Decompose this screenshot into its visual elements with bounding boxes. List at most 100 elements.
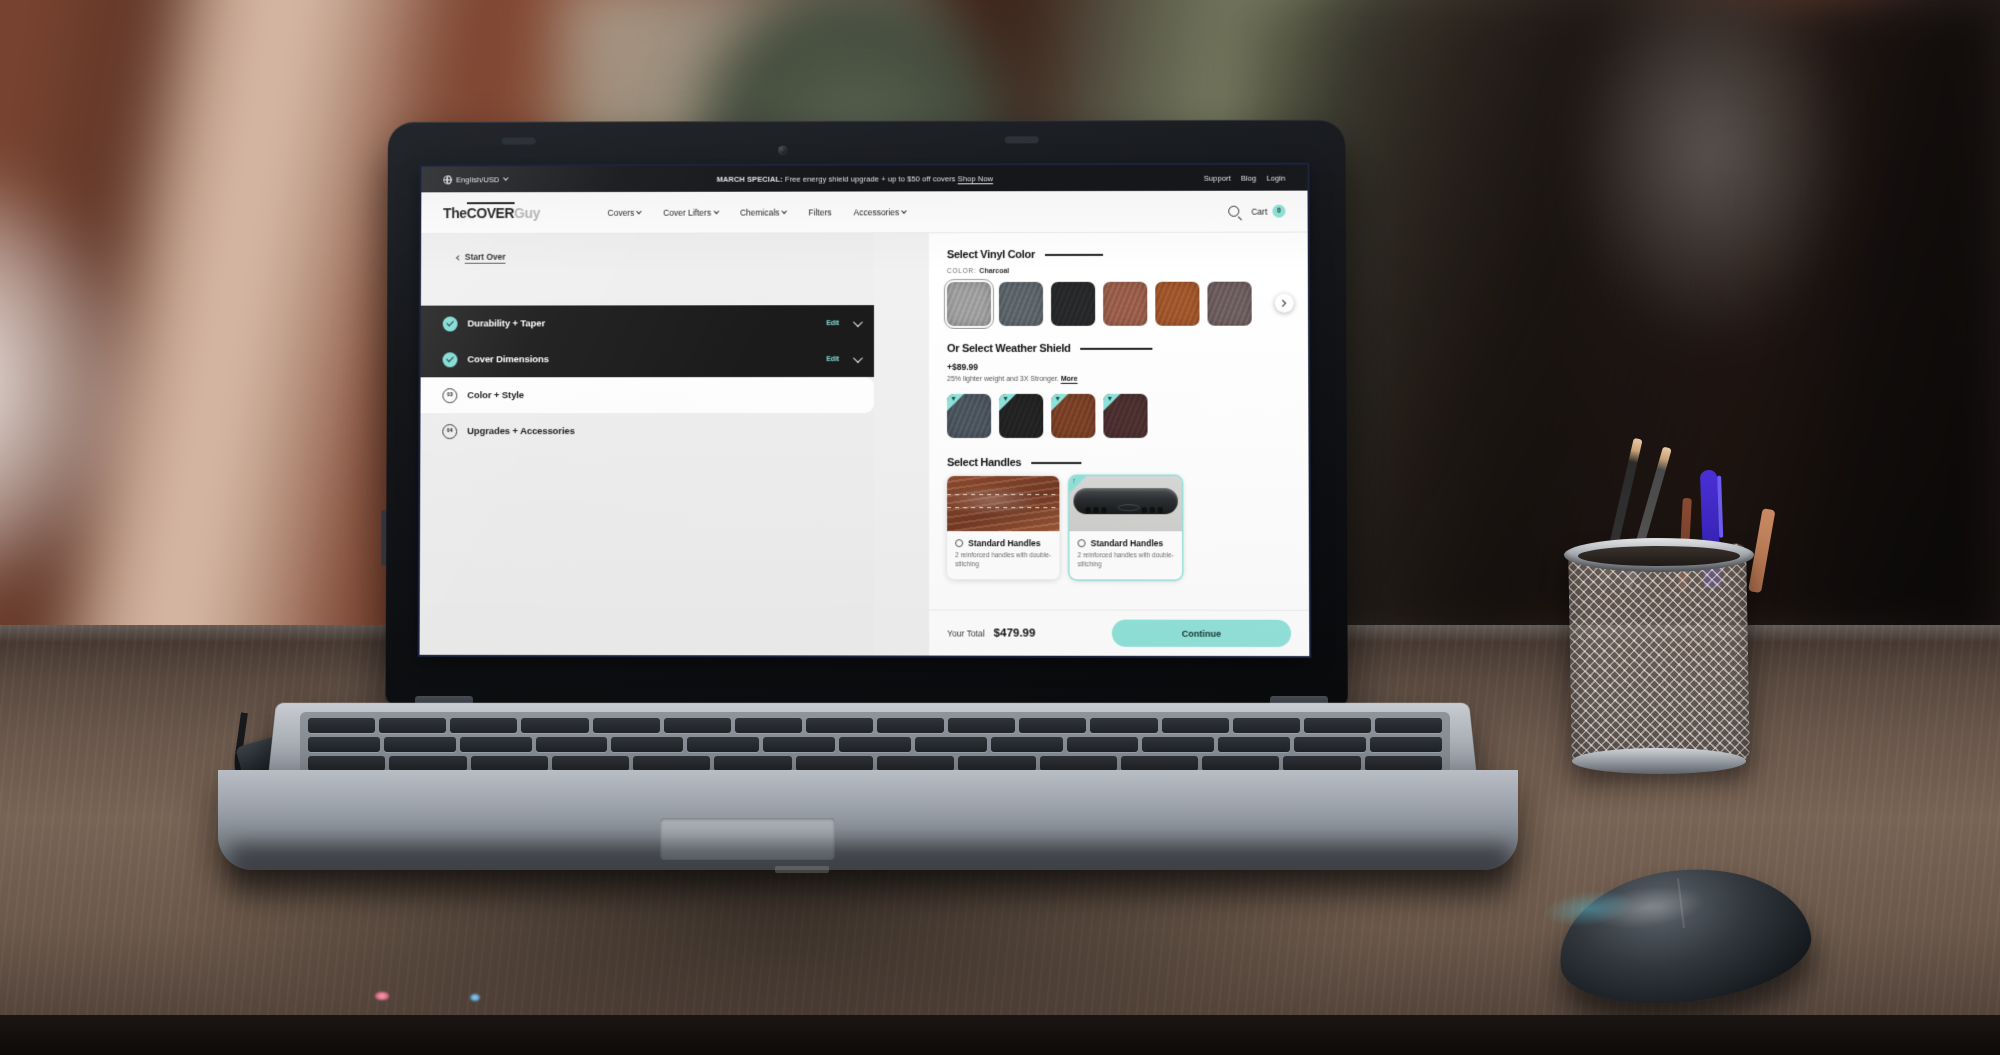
key[interactable]	[948, 718, 1016, 733]
key[interactable]	[1374, 718, 1442, 733]
key[interactable]	[521, 718, 589, 733]
key[interactable]	[459, 737, 532, 752]
radio-button[interactable]	[955, 539, 964, 548]
key-row[interactable]	[308, 718, 1442, 733]
chevron-down-icon	[636, 208, 643, 214]
laptop-screen: English/USD MARCH SPECIAL: Free energy s…	[419, 164, 1310, 657]
vinyl-swatch-charcoal[interactable]	[943, 278, 995, 330]
key[interactable]	[876, 756, 955, 771]
nav-item-covers[interactable]: Covers	[607, 207, 643, 217]
sidebar-step-durability-taper[interactable]: Durability + Taper Edit	[420, 305, 874, 342]
key[interactable]	[308, 756, 386, 771]
weather-shield-swatches[interactable]: ▼ ▼ ▼ ▼	[947, 393, 1290, 438]
start-over-link[interactable]: Start Over	[456, 251, 506, 264]
key[interactable]	[1283, 756, 1361, 771]
support-link[interactable]: Support	[1204, 173, 1231, 182]
key[interactable]	[1142, 737, 1215, 752]
handle-card-leather[interactable]: Standard Handles 2 reinforced handles wi…	[947, 476, 1060, 579]
chevron-down-icon	[781, 207, 788, 214]
vinyl-swatch-chestnut[interactable]	[1103, 281, 1148, 326]
key[interactable]	[763, 737, 836, 752]
key[interactable]	[470, 756, 548, 771]
vinyl-swatch-carousel[interactable]	[943, 278, 1294, 330]
total-bar: Your Total $479.99 Continue	[929, 609, 1310, 657]
key[interactable]	[1120, 756, 1199, 771]
search-icon[interactable]	[1228, 205, 1240, 217]
chevron-down-icon[interactable]	[852, 352, 863, 363]
weather-shield-swatch-slate[interactable]: ▼	[947, 393, 992, 438]
key[interactable]	[663, 718, 731, 733]
cart-button[interactable]: Cart 0	[1251, 204, 1286, 218]
radio-button[interactable]	[1077, 539, 1086, 548]
key[interactable]	[1066, 737, 1139, 752]
key[interactable]	[1218, 737, 1291, 752]
key[interactable]	[795, 756, 873, 771]
weather-shield-more-link[interactable]: More	[1061, 376, 1078, 383]
key[interactable]	[1039, 756, 1117, 771]
weather-shield-swatch-chestnut[interactable]: ▼	[1051, 393, 1096, 438]
sidebar-step-color-style[interactable]: 03 Color + Style	[420, 377, 874, 414]
key[interactable]	[379, 718, 447, 733]
key[interactable]	[535, 737, 608, 752]
vinyl-swatch-slate[interactable]	[998, 281, 1044, 326]
key[interactable]	[687, 737, 760, 752]
key[interactable]	[990, 737, 1063, 752]
key[interactable]	[734, 718, 802, 733]
key-row[interactable]	[308, 737, 1442, 752]
key[interactable]	[592, 718, 660, 733]
sidebar-step-cover-dimensions[interactable]: Cover Dimensions Edit	[420, 341, 874, 378]
announcement-bar: English/USD MARCH SPECIAL: Free energy s…	[421, 164, 1308, 193]
site-logo[interactable]: TheCOVERGuy	[443, 201, 540, 221]
vinyl-swatch-black[interactable]	[1051, 281, 1096, 326]
key[interactable]	[1294, 737, 1367, 752]
key[interactable]	[958, 756, 1036, 771]
key[interactable]	[633, 756, 711, 771]
weather-shield-swatch-mocha[interactable]: ▼	[1103, 393, 1148, 438]
key[interactable]	[1303, 718, 1371, 733]
blog-link[interactable]: Blog	[1241, 173, 1257, 182]
stitch-line	[947, 507, 1060, 509]
key[interactable]	[805, 718, 873, 733]
key[interactable]	[714, 756, 792, 771]
key[interactable]	[308, 718, 376, 733]
vinyl-swatch-plum-grey[interactable]	[1207, 281, 1252, 326]
edit-link[interactable]: Edit	[826, 320, 839, 327]
key[interactable]	[1090, 718, 1158, 733]
key[interactable]	[383, 737, 456, 752]
login-link[interactable]: Login	[1266, 173, 1285, 182]
key[interactable]	[1232, 718, 1300, 733]
nav-item-filters[interactable]: Filters	[808, 207, 831, 217]
chevron-down-icon	[901, 207, 908, 214]
nav-item-chemicals[interactable]: Chemicals	[740, 207, 788, 217]
edit-link[interactable]: Edit	[826, 356, 839, 363]
key[interactable]	[611, 737, 684, 752]
options-scroll-area[interactable]: Select Vinyl Color COLOR: Charcoal Or Se…	[929, 233, 1309, 610]
key-row[interactable]	[308, 756, 1442, 771]
nav-item-accessories[interactable]: Accessories	[854, 207, 908, 217]
chevron-right-icon[interactable]	[1274, 293, 1294, 313]
key[interactable]	[914, 737, 987, 752]
sidebar-step-upgrades-accessories[interactable]: 04 Upgrades + Accessories	[420, 412, 875, 450]
key[interactable]	[551, 756, 630, 771]
section-title: Or Select Weather Shield	[946, 342, 1071, 355]
key[interactable]	[1364, 756, 1442, 771]
vinyl-swatch-saddle[interactable]	[1155, 281, 1200, 326]
key[interactable]	[1019, 718, 1087, 733]
key[interactable]	[450, 718, 518, 733]
key[interactable]	[1161, 718, 1229, 733]
key[interactable]	[839, 737, 911, 752]
key[interactable]	[389, 756, 467, 771]
handle-card-molded[interactable]: ↑ Standard Handles 2 reinforced handles …	[1069, 476, 1183, 580]
promo-shop-now-link[interactable]: Shop Now	[958, 174, 993, 183]
locale-selector[interactable]: English/USD	[443, 175, 509, 184]
key[interactable]	[877, 718, 945, 733]
chevron-down-icon[interactable]	[852, 316, 863, 327]
nav-item-cover-lifters[interactable]: Cover Lifters	[663, 207, 719, 217]
key[interactable]	[308, 737, 380, 752]
chevron-left-icon	[456, 255, 462, 261]
desk-scene-photo: English/USD MARCH SPECIAL: Free energy s…	[0, 0, 2000, 1055]
key[interactable]	[1202, 756, 1280, 771]
continue-button[interactable]: Continue	[1111, 619, 1292, 647]
key[interactable]	[1370, 737, 1442, 752]
weather-shield-swatch-black[interactable]: ▼	[999, 393, 1044, 438]
